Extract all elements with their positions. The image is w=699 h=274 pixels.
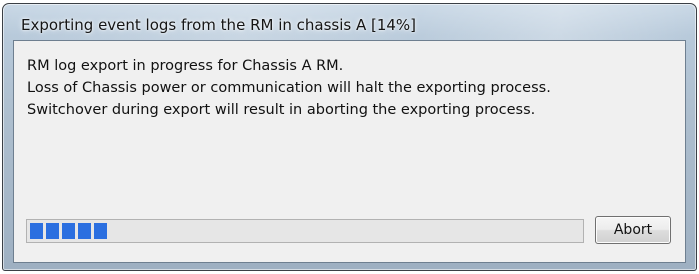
- export-progress-dialog: Exporting event logs from the RM in chas…: [2, 3, 697, 271]
- message-line: RM log export in progress for Chassis A …: [27, 58, 344, 74]
- message-line: Switchover during export will result in …: [27, 102, 536, 118]
- dialog-content: RM log export in progress for Chassis A …: [13, 40, 686, 263]
- progress-fill: [30, 223, 107, 239]
- export-progress-bar: [26, 219, 584, 243]
- abort-button[interactable]: Abort: [595, 216, 671, 244]
- progress-track: [30, 223, 580, 239]
- dialog-title: Exporting event logs from the RM in chas…: [21, 16, 417, 34]
- message-line: Loss of Chassis power or communication w…: [27, 80, 551, 96]
- message-block: RM log export in progress for Chassis A …: [27, 55, 551, 121]
